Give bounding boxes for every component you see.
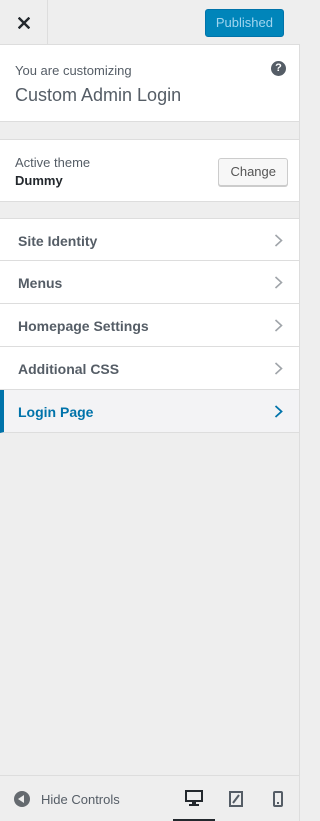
preview-tablet-button[interactable]	[215, 776, 257, 821]
section-label: Login Page	[18, 404, 94, 420]
close-icon	[17, 16, 30, 29]
active-theme-name: Dummy	[15, 173, 63, 188]
section-label: Additional CSS	[18, 361, 120, 377]
customize-info-panel: You are customizing Custom Admin Login ?	[0, 45, 299, 122]
section-additional-css[interactable]: Additional CSS	[0, 347, 299, 390]
section-login-page[interactable]: Login Page	[0, 390, 299, 433]
collapse-arrow-icon	[14, 791, 30, 807]
customizer-sections: Site Identity Menus Homepage Settings Ad…	[0, 218, 299, 433]
section-label: Homepage Settings	[18, 318, 149, 334]
chevron-right-icon	[274, 276, 283, 289]
chevron-right-icon	[274, 362, 283, 375]
close-button[interactable]	[0, 0, 48, 45]
mobile-icon	[273, 791, 283, 807]
chevron-right-icon	[274, 405, 283, 418]
section-site-identity[interactable]: Site Identity	[0, 218, 299, 261]
customizing-kicker: You are customizing	[15, 63, 132, 78]
preview-mobile-button[interactable]	[257, 776, 299, 821]
active-theme-panel: Active theme Dummy Change	[0, 139, 299, 202]
section-homepage-settings[interactable]: Homepage Settings	[0, 304, 299, 347]
chevron-right-icon	[274, 319, 283, 332]
desktop-icon	[185, 789, 203, 806]
section-menus[interactable]: Menus	[0, 261, 299, 304]
customizer-footer: Hide Controls	[0, 775, 299, 821]
hide-controls-button[interactable]: Hide Controls	[14, 790, 120, 808]
customizer-header: Published	[0, 0, 300, 45]
active-theme-label: Active theme	[15, 155, 91, 170]
chevron-right-icon	[274, 234, 283, 247]
section-label: Menus	[18, 275, 63, 291]
publish-button[interactable]: Published	[204, 9, 284, 37]
site-title: Custom Admin Login	[15, 85, 182, 105]
hide-controls-label: Hide Controls	[41, 791, 120, 807]
customizer-sidebar: Published You are customizing Custom Adm…	[0, 0, 300, 821]
change-theme-button[interactable]: Change	[218, 158, 288, 186]
preview-desktop-button[interactable]	[173, 776, 215, 821]
section-label: Site Identity	[18, 233, 98, 249]
tablet-icon	[229, 791, 243, 807]
help-icon[interactable]: ?	[271, 61, 286, 76]
